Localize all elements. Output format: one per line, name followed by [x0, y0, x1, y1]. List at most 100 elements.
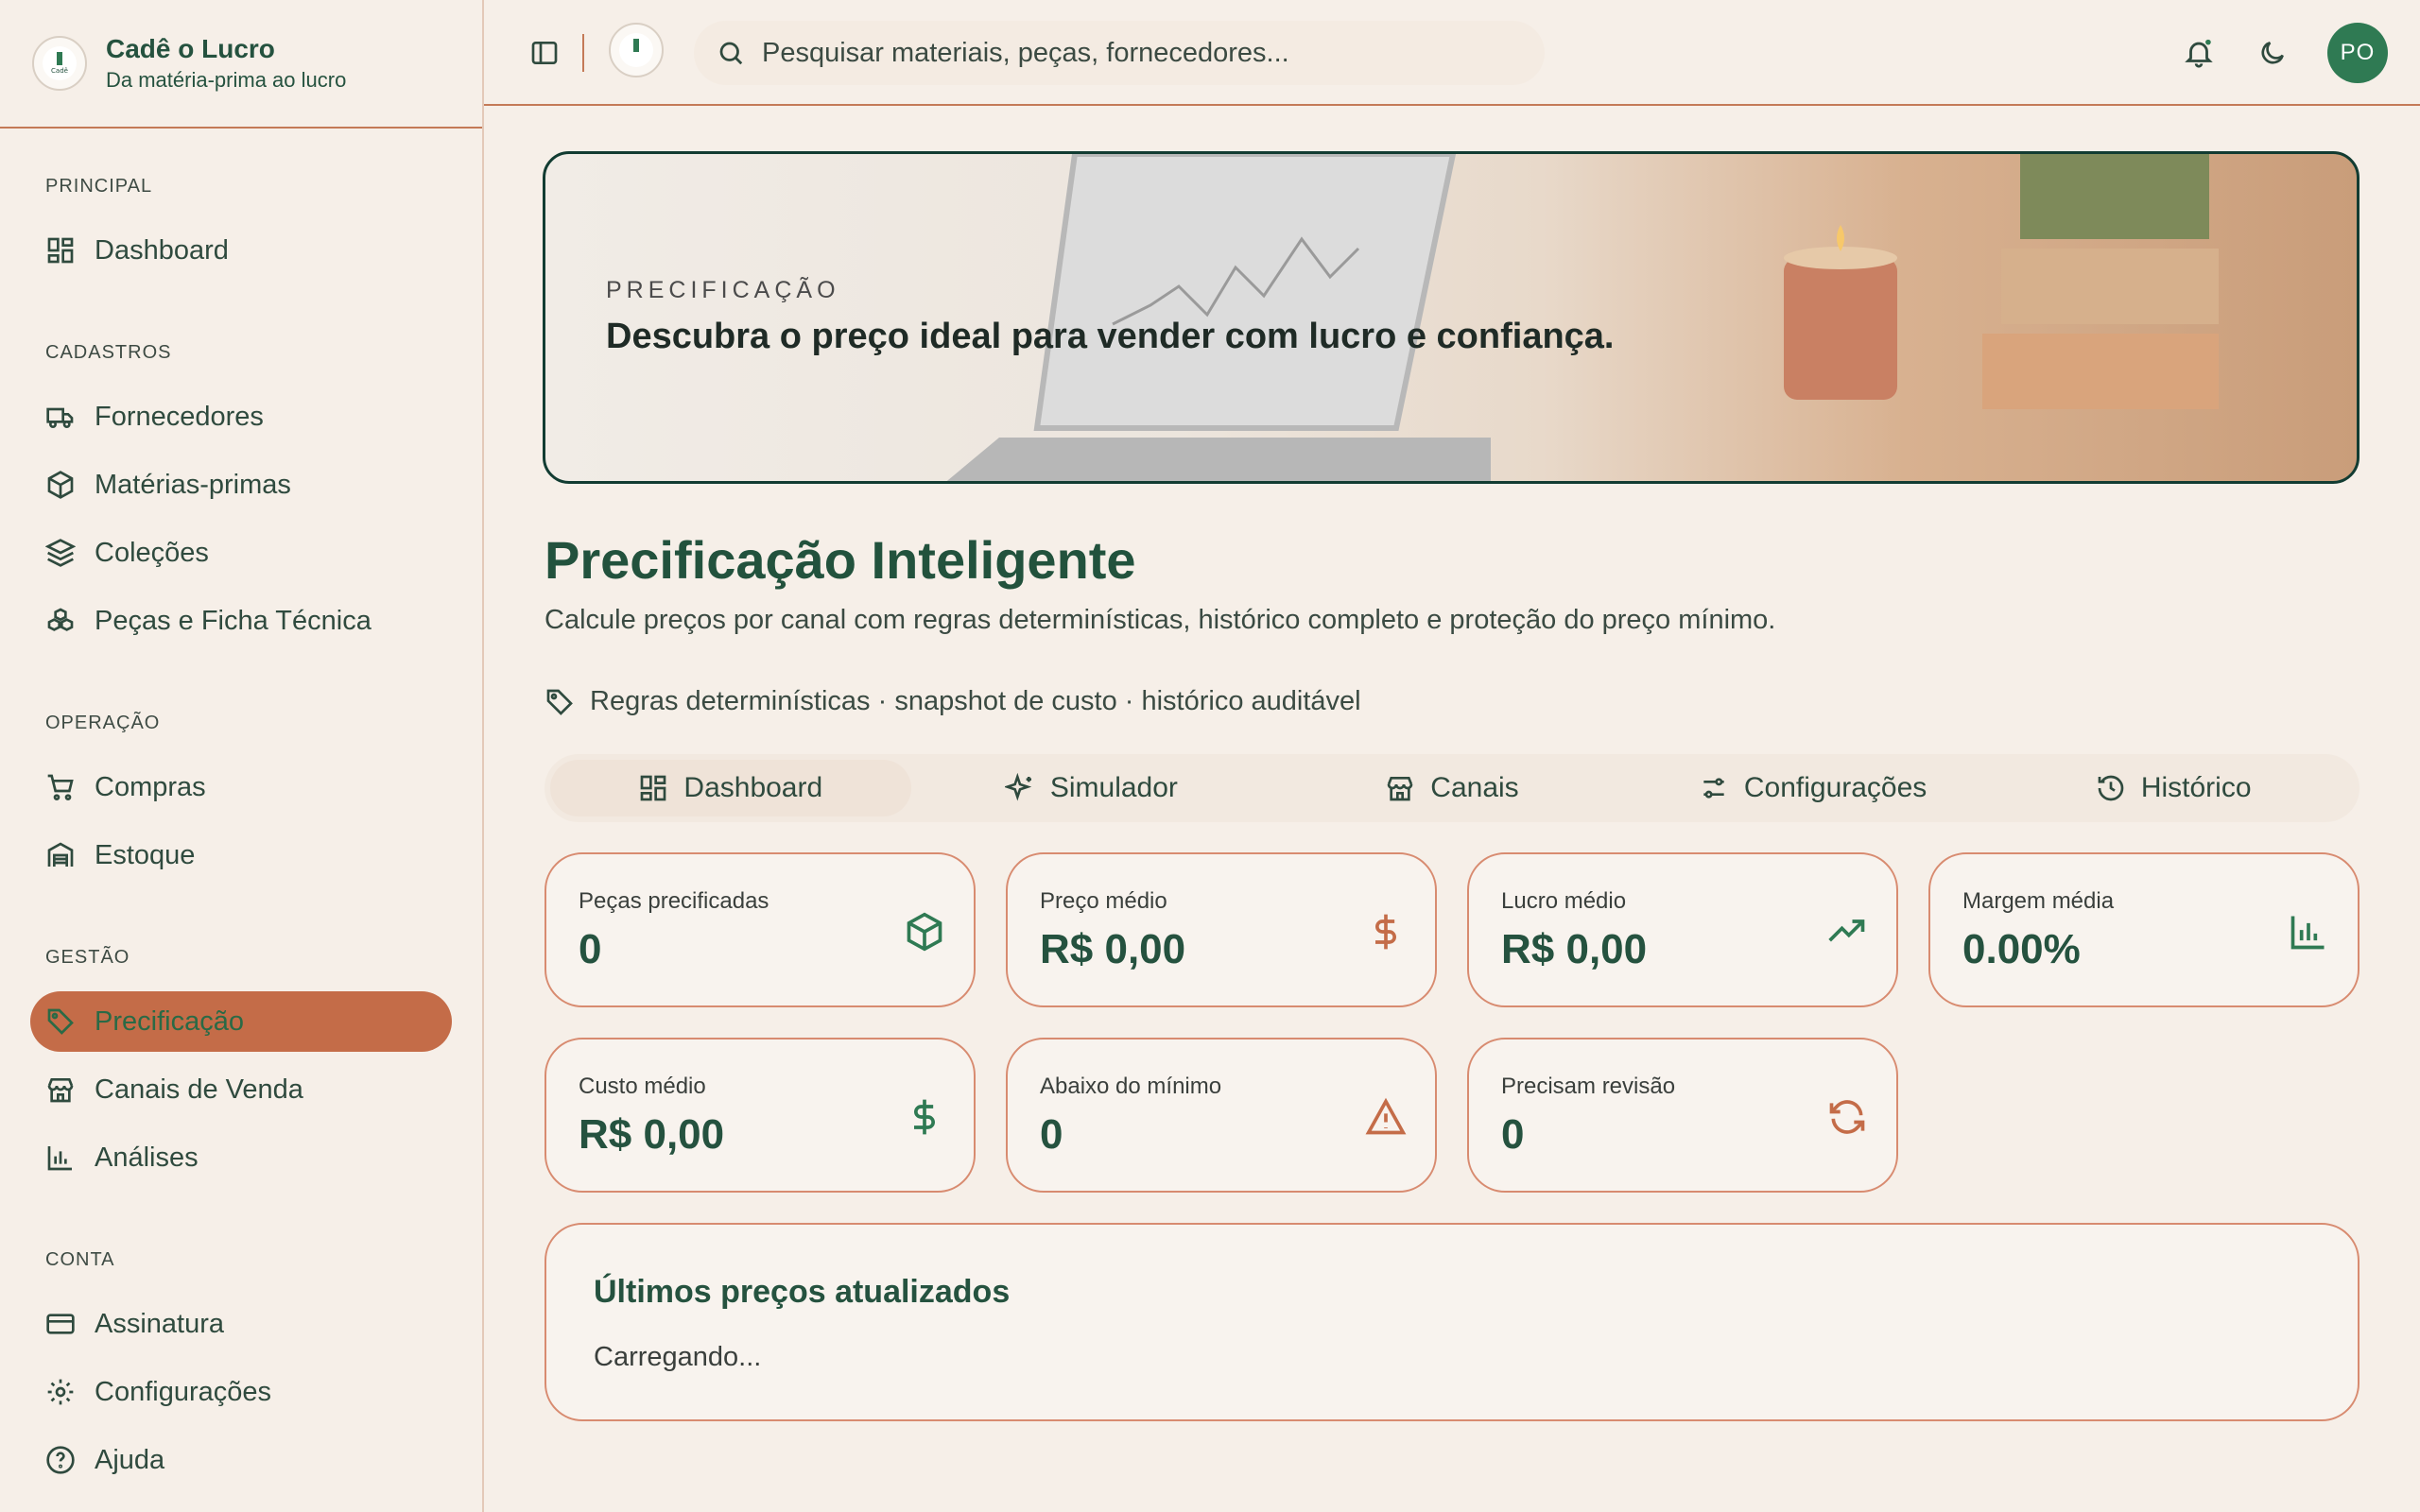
store-icon — [1387, 777, 1413, 801]
dollar-icon — [1375, 914, 1396, 950]
loading-status: Carregando... — [594, 1342, 762, 1372]
toggle-sidebar-button[interactable] — [518, 26, 571, 79]
stat-card-pecas-precificadas: Peças precificadas 0 — [544, 852, 976, 1007]
sidebar-item-configuracoes[interactable]: Configurações — [30, 1362, 452, 1422]
sidebar-item-analises[interactable]: Análises — [30, 1127, 452, 1188]
sidebar-item-canais-de-venda[interactable]: Canais de Venda — [30, 1059, 452, 1120]
section-gestao: GESTÃO — [45, 947, 130, 968]
tab-configuracoes[interactable]: Configurações — [1633, 760, 1994, 816]
sidebar-item-materias-primas[interactable]: Matérias-primas — [30, 455, 452, 515]
search-placeholder: Pesquisar materiais, peças, fornecedores… — [762, 37, 1289, 68]
sidebar-item-label: Configurações — [95, 1376, 271, 1407]
dollar-icon — [914, 1099, 935, 1135]
hero-title: Descubra o preço ideal para vender com l… — [606, 317, 1615, 356]
tab-historico[interactable]: Histórico — [1993, 760, 2354, 816]
notifications-button[interactable] — [2172, 26, 2225, 79]
hero-kicker: PRECIFICAÇÃO — [606, 277, 840, 303]
page-subtitle: Calcule preços por canal com regras dete… — [544, 605, 1776, 635]
section-cadastros: CADASTROS — [45, 342, 172, 363]
tabs: Dashboard Simulador Canais Configurações… — [544, 754, 2360, 822]
gear-icon — [47, 1379, 74, 1405]
truck-icon — [46, 407, 74, 428]
stat-label: Preço médio — [1040, 888, 1167, 914]
stat-card-precisam-revisao: Precisam revisão 0 — [1467, 1038, 1898, 1193]
sidebar-item-label: Peças e Ficha Técnica — [95, 605, 372, 636]
stat-card-custo-medio: Custo médio R$ 0,00 — [544, 1038, 976, 1193]
package-icon — [907, 912, 942, 952]
search-icon — [719, 42, 743, 65]
stat-label: Peças precificadas — [579, 888, 769, 914]
tab-label: Canais — [1430, 772, 1519, 803]
sparkles-icon — [1004, 773, 1032, 801]
stat-value: R$ 0,00 — [1040, 926, 1186, 972]
sidebar-item-ajuda[interactable]: Ajuda — [30, 1430, 452, 1490]
stat-label: Abaixo do mínimo — [1040, 1074, 1222, 1099]
tab-label: Simulador — [1049, 772, 1178, 803]
stat-card-lucro-medio: Lucro médio R$ 0,00 — [1467, 852, 1898, 1007]
page-title: Precificação Inteligente — [544, 530, 1136, 590]
sidebar-item-fornecedores[interactable]: Fornecedores — [30, 387, 452, 447]
sidebar-item-dashboard[interactable]: Dashboard — [30, 220, 452, 281]
stat-card-margem-media: Margem média 0.00% — [1928, 852, 2360, 1007]
moon-icon — [2261, 42, 2284, 64]
brand[interactable]: Cadê Cadê o Lucro Da matéria-prima ao lu… — [0, 0, 482, 129]
bar-chart-icon — [2290, 916, 2325, 950]
store-icon — [47, 1078, 74, 1103]
sidebar-item-label: Assinatura — [95, 1308, 225, 1339]
sidebar-item-assinatura[interactable]: Assinatura — [30, 1294, 452, 1354]
soap-image — [1982, 154, 2219, 409]
topbar: Pesquisar materiais, peças, fornecedores… — [484, 0, 2420, 106]
tab-simulador[interactable]: Simulador — [911, 760, 1272, 816]
alert-triangle-icon — [1365, 1097, 1407, 1135]
sidebar-item-compras[interactable]: Compras — [30, 757, 452, 817]
dashboard-icon — [47, 237, 74, 264]
credit-card-icon — [46, 1314, 75, 1334]
help-icon — [46, 1446, 75, 1474]
tab-label: Histórico — [2140, 772, 2252, 803]
sidebar-item-label: Precificação — [95, 1005, 244, 1037]
tab-dashboard[interactable]: Dashboard — [550, 760, 911, 816]
sidebar-item-label: Canais de Venda — [95, 1074, 303, 1105]
theme-toggle-button[interactable] — [2246, 26, 2299, 79]
tag-icon — [546, 689, 573, 715]
sidebar-item-colecoes[interactable]: Coleções — [30, 523, 452, 583]
sidebar-toggle-icon — [531, 42, 558, 64]
tab-label: Configurações — [1743, 772, 1927, 803]
sidebar-item-label: Fornecedores — [95, 401, 264, 432]
sidebar-item-label: Compras — [95, 771, 206, 802]
stat-label: Lucro médio — [1501, 888, 1627, 914]
recent-prices-panel: Últimos preços atualizados Carregando... — [544, 1223, 2360, 1421]
sidebar-item-estoque[interactable]: Estoque — [30, 825, 452, 885]
section-conta: CONTA — [45, 1249, 115, 1270]
sidebar-item-label: Análises — [95, 1142, 199, 1173]
layers-icon — [45, 539, 76, 567]
dashboard-icon — [641, 775, 666, 801]
sidebar-item-label: Coleções — [95, 537, 209, 568]
bell-icon — [2185, 39, 2213, 68]
cart-icon — [47, 774, 74, 800]
sidebar: Cadê Cadê o Lucro Da matéria-prima ao lu… — [0, 0, 484, 1512]
tab-label: Dashboard — [683, 772, 823, 803]
divider — [582, 34, 584, 72]
warehouse-icon — [47, 842, 74, 867]
section-principal: PRINCIPAL — [45, 176, 153, 197]
bar-chart-icon — [47, 1146, 72, 1171]
stat-value: R$ 0,00 — [579, 1111, 725, 1158]
tab-canais[interactable]: Canais — [1271, 760, 1633, 816]
history-icon — [2098, 775, 2124, 801]
brand-logo: Cadê — [32, 36, 87, 91]
topbar-logo[interactable] — [609, 23, 664, 77]
stat-card-preco-medio: Preço médio R$ 0,00 — [1006, 852, 1437, 1007]
avatar[interactable]: PO — [2327, 23, 2388, 83]
sidebar-item-label: Estoque — [95, 839, 196, 870]
refresh-icon — [1829, 1100, 1865, 1134]
search-input[interactable]: Pesquisar materiais, peças, fornecedores… — [694, 21, 1545, 85]
package-icon — [47, 471, 74, 499]
candle-image — [1784, 225, 1897, 400]
brand-subtitle: Da matéria-prima ao lucro — [106, 68, 347, 92]
sidebar-item-precificacao[interactable]: Precificação — [30, 991, 452, 1052]
sidebar-item-pecas[interactable]: Peças e Ficha Técnica — [30, 591, 452, 651]
trending-up-icon — [1828, 919, 1865, 942]
sidebar-item-label: Dashboard — [95, 234, 229, 266]
sidebar-item-label: Ajuda — [95, 1444, 165, 1475]
